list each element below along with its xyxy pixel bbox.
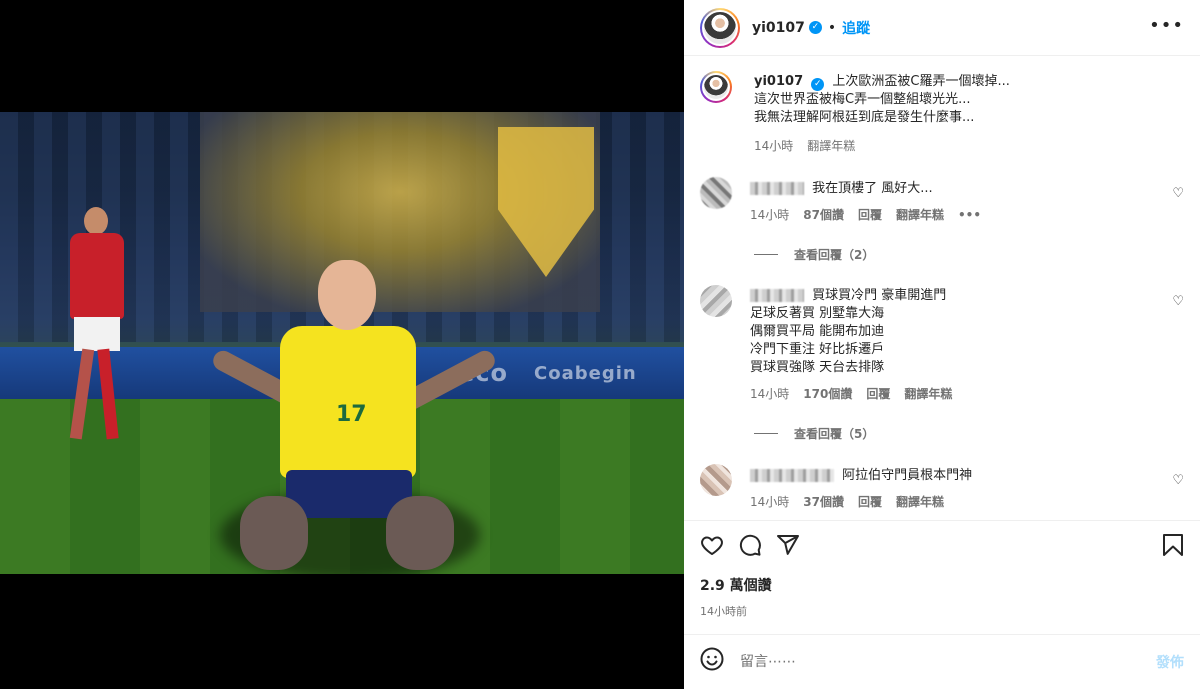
avatar[interactable] <box>700 71 732 103</box>
comment-time: 14小時 <box>750 387 790 401</box>
post-time: 14小時前 <box>700 605 747 618</box>
kneeling-player: 17 <box>200 260 500 574</box>
caption-line: 我無法理解阿根廷到底是發生什麼事... <box>754 110 975 125</box>
translate-link[interactable]: 翻譯年糕 <box>904 385 952 403</box>
comments-list[interactable]: yi0107 ✓ 上次歐洲盃被C羅弄一個壞掉... 這次世界盃被梅C弄一個整組壞… <box>684 57 1200 519</box>
heart-icon[interactable]: ♡ <box>1172 294 1184 309</box>
background-player <box>62 207 132 447</box>
comment-composer: 發佈 <box>684 634 1200 689</box>
more-options-icon[interactable]: ••• <box>1149 17 1184 35</box>
comment-text: 我在頂樓了 風好大... <box>812 181 933 196</box>
comment-line: 冷門下重注 好比拆遷戶 <box>750 342 885 357</box>
reply-button[interactable]: 回覆 <box>858 206 882 224</box>
divider <box>754 254 778 255</box>
caption: yi0107 ✓ 上次歐洲盃被C羅弄一個壞掉... 這次世界盃被梅C弄一個整組壞… <box>700 71 1184 155</box>
caption-time: 14小時 <box>754 139 794 153</box>
view-replies-label: 查看回覆（5） <box>794 427 875 441</box>
comment-time: 14小時 <box>750 208 790 222</box>
ad-text: Coabegin <box>534 363 637 384</box>
blurred-username[interactable] <box>750 289 804 302</box>
avatar[interactable] <box>700 177 732 209</box>
avatar[interactable] <box>700 464 732 496</box>
heart-icon[interactable]: ♡ <box>1172 473 1184 488</box>
view-replies-button[interactable]: 查看回覆（5） <box>754 425 1184 442</box>
post-button[interactable]: 發佈 <box>1156 652 1184 672</box>
post-header: yi0107 ✓ • 追蹤 ••• <box>684 0 1200 56</box>
heart-icon[interactable]: ♡ <box>1172 186 1184 201</box>
likes-count[interactable]: 2.9 萬個讚 <box>700 575 1184 595</box>
translate-link[interactable]: 翻譯年糕 <box>896 493 944 511</box>
comment-likes[interactable]: 170個讚 <box>803 385 852 403</box>
dot-separator: • <box>827 19 837 36</box>
post-photo: eco Coabegin 17 <box>0 112 684 574</box>
list-item: 買球買冷門 豪車開進門 足球反著買 別墅靠大海 偶爾買平局 能開布加迪 冷門下重… <box>700 285 1184 403</box>
caption-line: 上次歐洲盃被C羅弄一個壞掉... <box>832 74 1010 89</box>
bookmark-icon[interactable] <box>1162 533 1184 561</box>
list-item: 阿拉伯守門員根本門神 14小時 37個讚 回覆 翻譯年糕 ♡ <box>700 464 1184 511</box>
action-icons <box>700 533 1184 561</box>
caption-line: 這次世界盃被梅C弄一個整組壞光光... <box>754 92 971 107</box>
comment-line: 偶爾買平局 能開布加迪 <box>750 324 885 339</box>
caption-username[interactable]: yi0107 <box>754 74 803 89</box>
avatar[interactable] <box>700 7 740 48</box>
comment-line: 足球反著買 別墅靠大海 <box>750 306 885 321</box>
comment-likes[interactable]: 87個讚 <box>803 206 844 224</box>
heart-icon[interactable] <box>700 533 724 561</box>
comment-line: 買球買冷門 豪車開進門 <box>812 288 947 303</box>
comment-line: 買球買強隊 天台去排隊 <box>750 360 885 375</box>
comment-input[interactable] <box>740 654 1156 670</box>
post-panel: yi0107 ✓ • 追蹤 ••• yi0107 ✓ 上次歐洲盃被C羅弄一個壞掉… <box>684 0 1200 689</box>
reply-button[interactable]: 回覆 <box>866 385 890 403</box>
blurred-username[interactable] <box>750 469 834 482</box>
divider <box>754 433 778 434</box>
list-item: 我在頂樓了 風好大... 14小時 87個讚 回覆 翻譯年糕 ••• ♡ <box>700 177 1184 224</box>
translate-link[interactable]: 翻譯年糕 <box>807 137 855 155</box>
comment-text: 阿拉伯守門員根本門神 <box>842 468 973 483</box>
view-replies-button[interactable]: 查看回覆（2） <box>754 246 1184 263</box>
jersey-number: 17 <box>336 402 367 427</box>
blurred-username[interactable] <box>750 182 804 195</box>
view-replies-label: 查看回覆（2） <box>794 248 875 262</box>
follow-button[interactable]: 追蹤 <box>842 18 870 38</box>
post-media: eco Coabegin 17 <box>0 0 684 689</box>
share-icon[interactable] <box>776 533 800 561</box>
post-actions: 2.9 萬個讚 14小時前 <box>684 520 1200 634</box>
translate-link[interactable]: 翻譯年糕 <box>896 206 944 224</box>
avatar[interactable] <box>700 285 732 317</box>
comment-icon[interactable] <box>738 533 762 561</box>
verified-icon: ✓ <box>808 21 822 34</box>
comment-time: 14小時 <box>750 495 790 509</box>
emoji-icon[interactable] <box>700 647 724 677</box>
username[interactable]: yi0107 <box>752 20 805 36</box>
more-options-icon[interactable]: ••• <box>958 206 981 224</box>
verified-icon: ✓ <box>811 78 825 91</box>
reply-button[interactable]: 回覆 <box>858 493 882 511</box>
comment-likes[interactable]: 37個讚 <box>803 493 844 511</box>
